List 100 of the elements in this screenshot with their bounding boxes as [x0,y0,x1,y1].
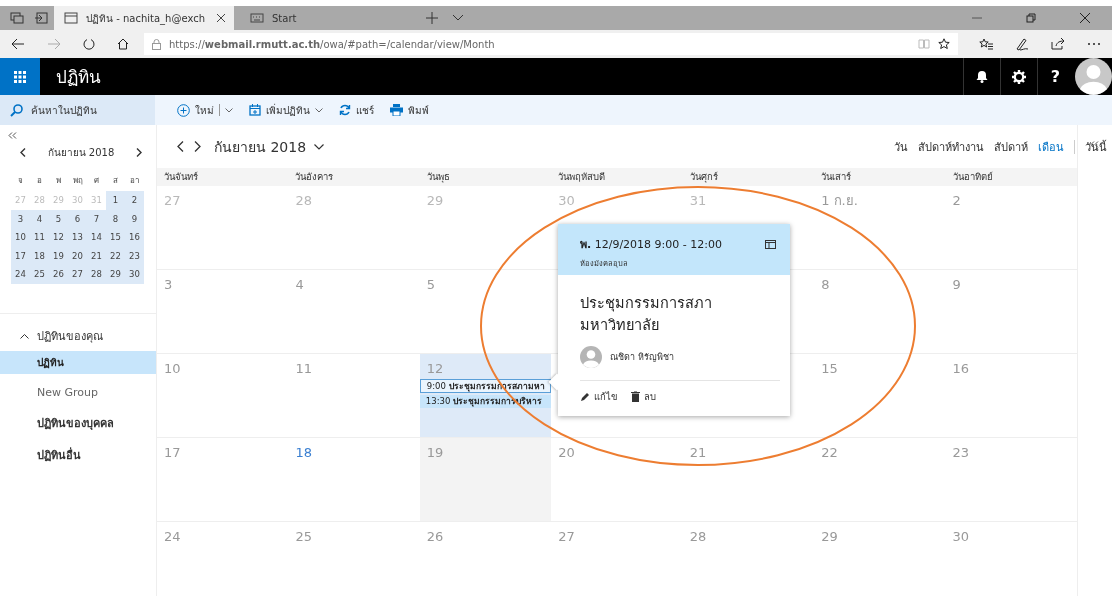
lock-icon [152,38,161,50]
calendar-list-item[interactable]: New Group [0,380,156,404]
pencil-icon [580,391,590,402]
refresh-icon[interactable] [83,38,95,50]
mini-calendar-day[interactable]: 26 [49,265,68,284]
grid-icon [14,70,26,83]
group-header[interactable]: ปฏิทินของคุณ [0,327,156,344]
chevron-down-icon [315,107,323,113]
new-tab-icon[interactable] [426,12,438,24]
tab-preview-icon[interactable] [34,12,48,24]
mini-calendar-day[interactable]: 30 [125,265,144,284]
weekday-label: ศ [93,175,100,187]
tab-set-aside-icon[interactable] [10,12,24,24]
chevron-right-icon[interactable] [136,147,142,157]
address-field[interactable]: https://webmail.rmutt.ac.th/owa/#path=/calendar/view/Month [144,33,958,55]
weekday-label: พ [55,175,62,187]
weekday-header: วันเสาร์ [820,170,853,184]
mini-calendar-day[interactable]: 5 [49,209,68,228]
mini-calendar-day[interactable]: 14 [87,228,106,247]
restore-icon[interactable] [1026,13,1036,23]
month-picker[interactable]: กันยายน 2018 [214,135,325,158]
day-number: 28 [295,193,312,208]
search-icon[interactable] [10,103,23,117]
day-number: 3 [164,277,173,292]
popup-action[interactable]: แก้ไข [580,389,617,404]
calendar-group-link[interactable]: ปฏิทินของบุคคล [0,407,156,440]
mini-calendar-day[interactable]: 15 [106,228,125,247]
mini-calendar-day[interactable]: 6 [68,209,87,228]
mini-calendar-day[interactable]: 13 [68,228,87,247]
share-icon[interactable] [1051,38,1065,50]
day-number: 22 [821,445,838,460]
view-tab[interactable]: สัปดาห์ [994,137,1028,156]
mini-calendar-day[interactable]: 3 [11,209,30,228]
pen-icon[interactable] [1015,37,1029,51]
popup-action[interactable]: ลบ [631,389,656,404]
today-button[interactable]: วันนี้ [1085,137,1107,156]
trash-icon [631,391,640,402]
toolbar-button[interactable]: พิมพ์ [390,102,429,118]
chevron-down-icon[interactable] [452,14,464,22]
avatar-icon[interactable] [1075,58,1112,95]
mini-calendar-day[interactable]: 25 [30,265,49,284]
toolbar-button[interactable]: เพิ่มปฏิทิน [249,102,323,118]
back-icon[interactable] [11,38,25,50]
app-launcher-button[interactable] [0,58,40,95]
more-icon[interactable] [1087,42,1101,46]
toolbar-button[interactable]: ใหม่ [177,102,233,118]
calendar-list-item[interactable]: ปฏิทิน [0,350,156,374]
mini-calendar-day[interactable]: 16 [125,228,144,247]
close-icon[interactable] [216,13,226,23]
mini-calendar-day[interactable]: 1 [106,191,125,210]
chevron-left-icon[interactable] [177,141,184,152]
double-chevron-left-icon [1090,141,1099,148]
mini-calendar-day[interactable]: 24 [11,265,30,284]
chevron-left-icon[interactable] [20,147,26,157]
close-icon[interactable] [1080,13,1090,23]
mini-calendar-day[interactable]: 7 [87,209,106,228]
view-tab[interactable]: สัปดาห์ทำงาน [918,137,984,156]
browser-tab[interactable]: Start [240,6,412,30]
toolbar-button[interactable]: แชร์ [339,102,374,118]
day-number: 23 [952,445,970,460]
search-box[interactable]: ค้นหาในปฏิทิน [0,95,155,125]
weekday-header: วันศุกร์ [688,170,719,185]
star-icon[interactable] [938,38,950,50]
keyboard-icon [250,12,264,24]
weekday-label: พฤ [71,175,84,187]
day-number: 12 [426,361,444,376]
mini-calendar-day[interactable]: 2 [125,191,144,210]
calendar-icon [249,104,261,116]
calendar-group-link[interactable]: ปฏิทินอื่น [0,439,156,472]
day-number: 1 ก.ย. [821,192,858,210]
day-number: 4 [295,277,304,292]
day-number: 9 [952,277,961,292]
mini-calendar-day[interactable]: 4 [30,209,49,228]
mini-calendar-month: กันยายน 2018 [46,145,116,160]
view-tab[interactable]: วัน [894,137,908,156]
mini-calendar-day[interactable]: 10 [11,228,30,247]
chevron-down-icon [314,143,325,150]
day-number: 26 [426,529,444,544]
window-icon[interactable] [765,239,776,249]
mini-calendar-day[interactable]: 29 [106,265,125,284]
sync-icon [339,104,351,116]
app-title: ปฏิทิน [56,66,101,89]
weekday-label: อา [129,175,140,187]
view-tab[interactable]: เดือน [1038,137,1064,156]
event-title: ประชุมกรรมการสภามหาวิทยาลัย [580,294,713,335]
browser-tab[interactable]: ปฏิทิน - nachita_h@exch [54,6,234,30]
day-number: 11 [295,361,312,376]
mini-calendar-day[interactable]: 12 [49,228,68,247]
home-icon[interactable] [117,38,129,50]
mini-calendar-day[interactable]: 28 [87,265,106,284]
mini-calendar-day[interactable]: 27 [68,265,87,284]
day-number: 25 [295,529,312,544]
search-field[interactable]: ค้นหาในปฏิทิน [29,103,153,117]
gear-icon [1012,69,1026,84]
mini-calendar-day[interactable]: 11 [30,228,49,247]
weekday-label: อ [36,175,43,187]
chevron-right-icon[interactable] [194,141,201,152]
weekday-label: จ [17,175,24,187]
printer-icon [390,104,403,116]
favorites-icon[interactable] [979,38,993,50]
